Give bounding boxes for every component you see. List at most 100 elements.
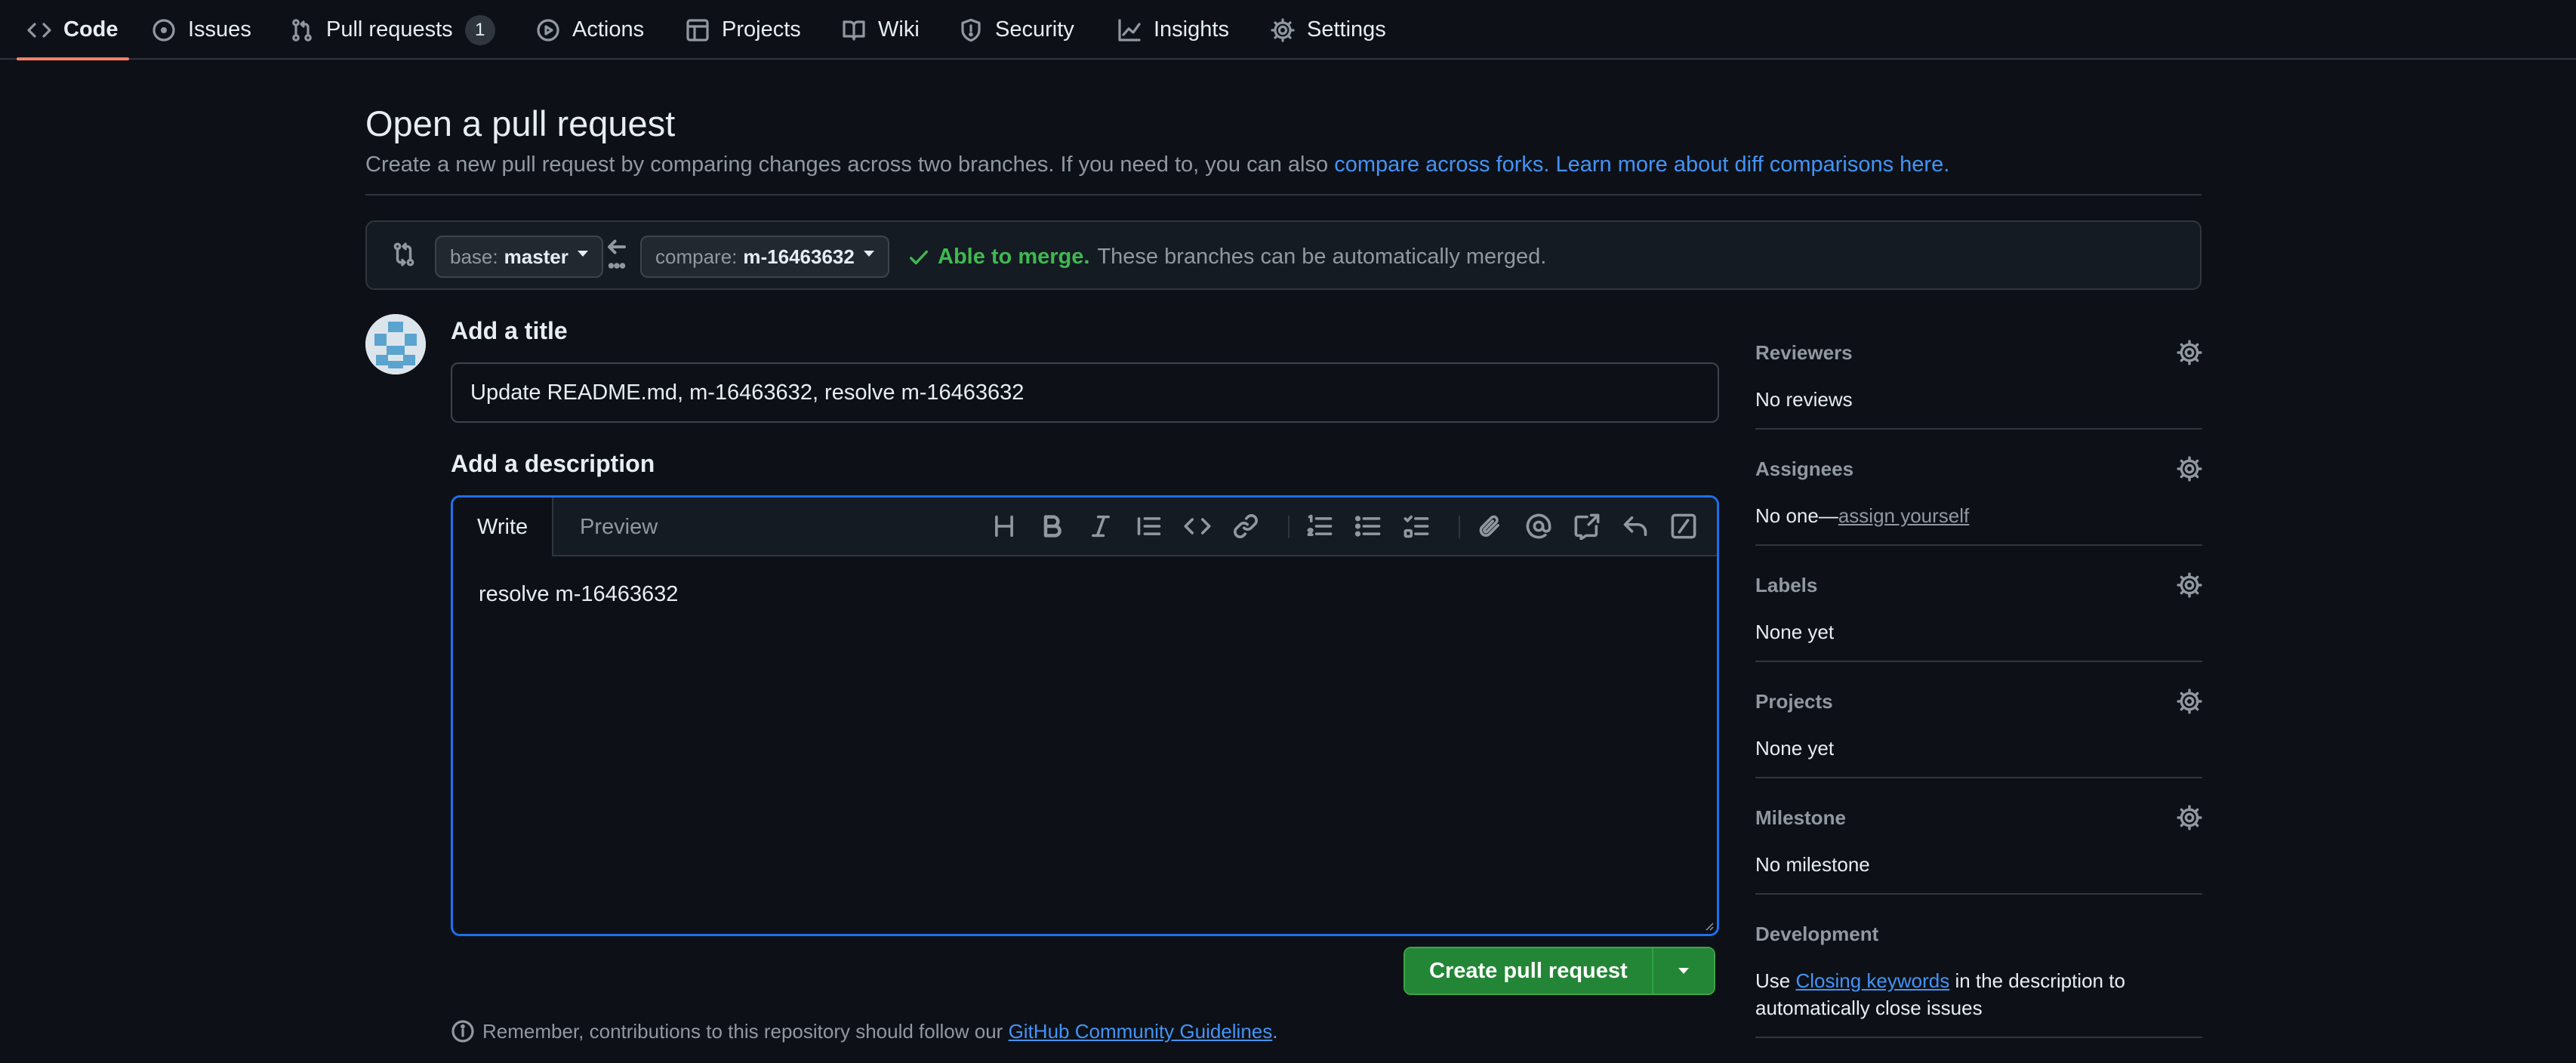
- compare-across-forks-link[interactable]: compare across forks.: [1334, 153, 1549, 177]
- development-heading: Development: [1755, 923, 1879, 945]
- cross-reference-icon[interactable]: [1573, 513, 1601, 540]
- assignees-value: No one—assign yourself: [1755, 502, 2202, 529]
- tab-insights[interactable]: Insights: [1117, 0, 1229, 60]
- merge-status-ok: Able to merge.: [938, 245, 1090, 269]
- compare-branch-name: m-16463632: [743, 245, 855, 268]
- assignees-gear-icon[interactable]: [2177, 456, 2202, 482]
- development-prefix: Use: [1755, 969, 1796, 992]
- tab-wiki[interactable]: Wiki: [842, 0, 920, 60]
- identicon-icon: [365, 314, 426, 374]
- tab-security[interactable]: Security: [959, 0, 1074, 60]
- sidebar-assignees: Assignees No one—assign yourself: [1755, 456, 2202, 529]
- tab-issues[interactable]: Issues: [152, 0, 251, 60]
- description-editor: Write Preview resolve m-16463632: [451, 495, 1719, 936]
- subtitle-text: Create a new pull request by comparing c…: [365, 153, 1335, 177]
- tab-code-label: Code: [63, 17, 119, 42]
- merge-status-text: These branches can be automatically merg…: [1097, 245, 1547, 269]
- tab-projects-label: Projects: [722, 17, 801, 42]
- italic-icon[interactable]: [1087, 513, 1114, 540]
- reviewers-heading: Reviewers: [1755, 341, 1853, 364]
- code-icon[interactable]: [1184, 513, 1211, 540]
- merge-status: Able to merge. These branches can be aut…: [907, 245, 1546, 270]
- learn-more-diff-link[interactable]: Learn more about diff comparisons here.: [1556, 153, 1950, 177]
- labels-gear-icon[interactable]: [2177, 572, 2202, 598]
- contribution-period: .: [1272, 1019, 1278, 1043]
- chevron-down-icon: [1678, 968, 1689, 974]
- create-pr-options-dropdown[interactable]: [1651, 948, 1714, 994]
- compare-branch-select[interactable]: compare: m-16463632: [640, 236, 889, 278]
- labels-value: None yet: [1755, 621, 1835, 643]
- table-icon: [686, 18, 710, 42]
- info-icon: [451, 1019, 475, 1043]
- reviewers-gear-icon[interactable]: [2177, 340, 2202, 365]
- sidebar-reviewers: Reviewers No reviews: [1755, 340, 2202, 413]
- page-title: Open a pull request: [365, 103, 676, 143]
- page-subtitle: Create a new pull request by comparing c…: [365, 153, 1949, 177]
- sidebar-projects: Projects None yet: [1755, 689, 2202, 762]
- toolbar-divider: [1459, 516, 1460, 538]
- milestone-gear-icon[interactable]: [2177, 805, 2202, 830]
- tab-pull-requests-label: Pull requests: [326, 17, 453, 42]
- git-pull-request-icon: [290, 18, 314, 42]
- sidebar-divider: [1755, 777, 2202, 778]
- compare-bar: base: master compare: m-16463632 Able to…: [365, 220, 2202, 290]
- task-list-icon[interactable]: [1403, 513, 1430, 540]
- arrow-left-icon: [605, 236, 628, 273]
- bold-icon[interactable]: [1039, 513, 1066, 540]
- projects-gear-icon[interactable]: [2177, 689, 2202, 714]
- labels-heading: Labels: [1755, 574, 1818, 596]
- play-icon: [536, 18, 560, 42]
- sidebar-divider: [1755, 428, 2202, 430]
- tab-settings[interactable]: Settings: [1271, 0, 1386, 60]
- contribution-notice: Remember, contributions to this reposito…: [451, 1019, 1278, 1043]
- assignees-heading: Assignees: [1755, 458, 1854, 480]
- repo-nav: Code Issues Pull requests 1 Actions Proj…: [0, 0, 2576, 60]
- description-textarea[interactable]: resolve m-16463632: [479, 582, 678, 607]
- create-pull-request-button[interactable]: Create pull request: [1405, 948, 1652, 994]
- title-input[interactable]: [451, 362, 1719, 423]
- reply-icon[interactable]: [1622, 513, 1649, 540]
- shield-icon: [959, 18, 983, 42]
- projects-heading: Projects: [1755, 690, 1833, 713]
- slash-command-icon[interactable]: [1670, 513, 1697, 540]
- sidebar-divider: [1755, 661, 2202, 662]
- heading-icon[interactable]: [991, 513, 1018, 540]
- issue-opened-icon: [152, 18, 176, 42]
- avatar[interactable]: [365, 314, 426, 374]
- sidebar-divider: [1755, 544, 2202, 546]
- chevron-down-icon: [577, 251, 588, 257]
- git-compare-icon: [391, 242, 417, 267]
- base-branch-select[interactable]: base: master: [435, 236, 603, 278]
- projects-value: None yet: [1755, 737, 1835, 760]
- assign-yourself-link[interactable]: assign yourself: [1838, 504, 1969, 527]
- graph-icon: [1117, 18, 1142, 42]
- quote-icon[interactable]: [1135, 513, 1163, 540]
- tab-projects[interactable]: Projects: [686, 0, 801, 60]
- code-icon: [27, 18, 51, 42]
- tab-actions[interactable]: Actions: [536, 0, 644, 60]
- tab-write[interactable]: Write: [453, 498, 554, 556]
- sidebar-milestone: Milestone No milestone: [1755, 805, 2202, 878]
- ordered-list-icon[interactable]: [1306, 513, 1333, 540]
- link-icon[interactable]: [1232, 513, 1259, 540]
- community-guidelines-link[interactable]: GitHub Community Guidelines: [1009, 1020, 1273, 1043]
- unordered-list-icon[interactable]: [1354, 513, 1382, 540]
- resize-handle-icon[interactable]: [1703, 920, 1714, 931]
- sidebar-divider: [1755, 893, 2202, 895]
- title-label: Add a title: [451, 317, 568, 344]
- assignees-none: No one—: [1755, 504, 1838, 527]
- paperclip-icon[interactable]: [1477, 513, 1504, 540]
- closing-keywords-link[interactable]: Closing keywords: [1795, 969, 1949, 992]
- tab-wiki-label: Wiki: [878, 17, 920, 42]
- tab-pull-requests[interactable]: Pull requests 1: [290, 0, 495, 60]
- tab-code[interactable]: Code: [17, 0, 128, 60]
- reviewers-value: No reviews: [1755, 388, 1853, 411]
- tab-settings-label: Settings: [1307, 17, 1386, 42]
- sidebar-labels: Labels None yet: [1755, 572, 2202, 646]
- chevron-down-icon: [863, 251, 874, 257]
- development-value: Use Closing keywords in the description …: [1755, 967, 2202, 1021]
- check-icon: [907, 246, 930, 269]
- mention-icon[interactable]: [1525, 513, 1552, 540]
- tab-preview[interactable]: Preview: [556, 498, 682, 556]
- create-pull-request-group: Create pull request: [1404, 947, 1715, 995]
